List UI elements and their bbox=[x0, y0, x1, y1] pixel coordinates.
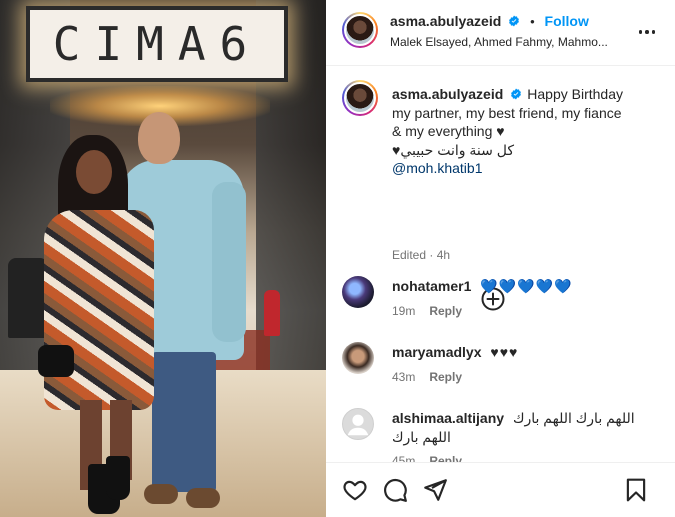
commenter-avatar[interactable] bbox=[342, 276, 374, 308]
photo-man-head bbox=[138, 112, 180, 164]
comment-username[interactable]: alshimaa.altijany bbox=[392, 410, 504, 426]
comment-body: ♥♥♥ bbox=[490, 344, 519, 360]
comment-username[interactable]: nohatamer1 bbox=[392, 278, 471, 294]
post-header: asma.abulyazeid • Follow Malek Elsayed, … bbox=[326, 0, 675, 66]
caption-line: & my everything ♥ bbox=[392, 123, 505, 139]
reply-button[interactable]: Reply bbox=[429, 304, 462, 318]
photo-extinguisher bbox=[264, 290, 280, 336]
commenter-avatar[interactable] bbox=[342, 408, 374, 440]
bookmark-icon[interactable] bbox=[623, 477, 649, 503]
photo-sign: CIMA6 bbox=[26, 6, 288, 82]
comment-text: alshimaa.altijany اللهم بارك اللهم بارك … bbox=[392, 409, 662, 447]
comment-username[interactable]: maryamadlyx bbox=[392, 344, 482, 360]
caption-username[interactable]: asma.abulyazeid bbox=[392, 86, 503, 102]
verified-badge-icon bbox=[511, 88, 522, 100]
photo-man-shoe bbox=[144, 484, 178, 504]
default-avatar-icon bbox=[347, 414, 369, 436]
comment-body: 💙💙💙💙💙 bbox=[480, 278, 573, 294]
comment-meta: 19m Reply bbox=[392, 304, 462, 318]
follow-button[interactable]: Follow bbox=[545, 13, 589, 29]
caption-mention[interactable]: @moh.khatib1 bbox=[392, 160, 482, 176]
comment-meta: 43m Reply bbox=[392, 370, 462, 384]
photo-bin bbox=[8, 258, 48, 338]
tagged-people[interactable]: Malek Elsayed, Ahmed Fahmy, Mahmo... bbox=[390, 35, 608, 49]
more-options-icon[interactable] bbox=[635, 22, 659, 42]
photo-woman-face bbox=[76, 150, 112, 194]
post-panel: asma.abulyazeid • Follow Malek Elsayed, … bbox=[326, 0, 675, 517]
post-photo[interactable]: CIMA6 bbox=[0, 0, 326, 517]
photo-man-jeans bbox=[152, 352, 216, 492]
edited-timestamp: Edited · 4h bbox=[392, 248, 451, 262]
action-bar bbox=[326, 462, 675, 517]
paper-plane-icon[interactable] bbox=[422, 477, 448, 503]
photo-man-shoe bbox=[186, 488, 220, 508]
caption-line: my partner, my best friend, my fiance bbox=[392, 104, 622, 121]
comment-time: 19m bbox=[392, 304, 416, 318]
commenter-avatar[interactable] bbox=[342, 342, 374, 374]
caption-line: Happy Birthday bbox=[527, 86, 623, 102]
photo-man-arm bbox=[212, 182, 246, 342]
photo-woman-boot bbox=[106, 456, 130, 500]
heart-icon[interactable] bbox=[342, 477, 368, 503]
header-separator: • bbox=[530, 14, 535, 29]
comment-text: maryamadlyx ♥♥♥ bbox=[392, 343, 662, 361]
caption-avatar[interactable] bbox=[342, 80, 378, 116]
caption-arabic: كل سنة وانت حبيبي♥ bbox=[392, 141, 515, 158]
comment-time: 43m bbox=[392, 370, 416, 384]
header-line: asma.abulyazeid • Follow bbox=[390, 13, 589, 29]
comment-icon[interactable] bbox=[382, 477, 408, 503]
photo-woman-jacket bbox=[44, 210, 154, 410]
author-avatar[interactable] bbox=[342, 12, 378, 48]
verified-badge-icon bbox=[509, 15, 520, 27]
comment-text: nohatamer1 💙💙💙💙💙 bbox=[392, 277, 662, 295]
reply-button[interactable]: Reply bbox=[429, 370, 462, 384]
caption-text: asma.abulyazeid Happy Birthday my partne… bbox=[392, 85, 662, 178]
photo-bag bbox=[38, 345, 74, 377]
author-username[interactable]: asma.abulyazeid bbox=[390, 13, 501, 29]
